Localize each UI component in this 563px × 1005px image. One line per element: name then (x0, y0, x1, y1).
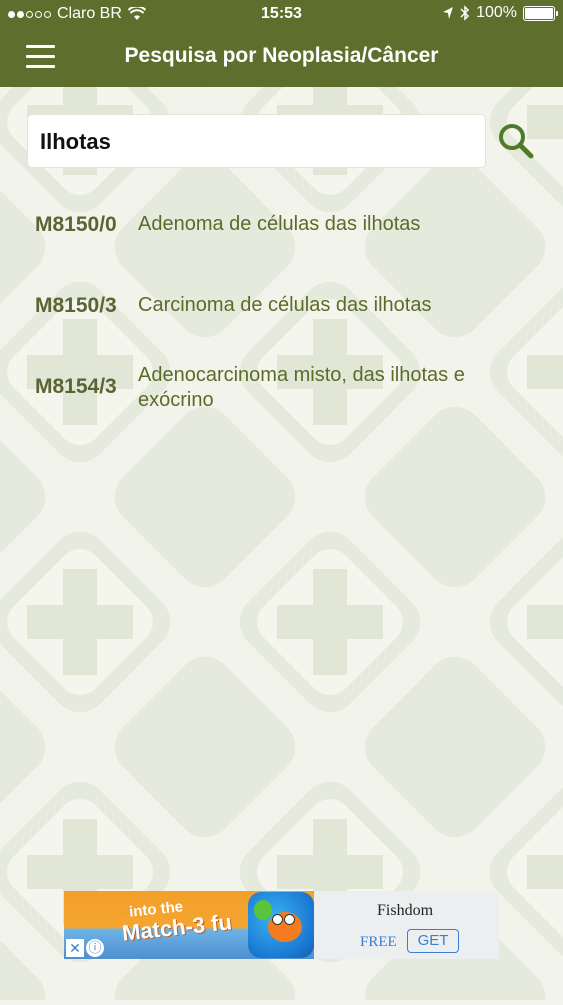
battery-level (525, 7, 553, 19)
list-item[interactable]: M8154/3 Adenocarcinoma misto, das ilhota… (35, 363, 535, 413)
location-arrow-icon (443, 7, 454, 19)
result-code: M8154/3 (35, 375, 117, 398)
status-bar: Claro BR 15:53 100% (0, 0, 563, 30)
result-code: M8150/3 (35, 294, 117, 317)
result-description: Adenocarcinoma misto, das ilhotas e exóc… (138, 364, 465, 411)
ad-price: FREE (360, 934, 397, 950)
battery-icon (523, 5, 558, 21)
list-item[interactable]: M8150/0 Adenoma de células das ilhotas (35, 212, 535, 237)
ad-info-icon[interactable]: ⓘ (86, 939, 104, 957)
result-code: M8150/0 (35, 213, 117, 236)
search-input[interactable] (38, 115, 482, 169)
result-description: Adenoma de células das ilhotas (138, 213, 421, 235)
result-description: Carcinoma de células das ilhotas (138, 294, 432, 316)
navigation-bar: Pesquisa por Neoplasia/Câncer (0, 30, 563, 87)
fishdom-app-icon (248, 892, 314, 958)
battery-percentage: 100% (476, 4, 517, 21)
ad-get-button[interactable]: GET (407, 929, 459, 953)
list-item[interactable]: M8150/3 Carcinoma de células das ilhotas (35, 293, 535, 318)
search-field-container (27, 114, 486, 169)
page-title: Pesquisa por Neoplasia/Câncer (124, 44, 439, 67)
search-icon[interactable] (496, 121, 536, 161)
ad-banner[interactable]: into the Match-3 fu ✕ ⓘ Fishdom FREE GET (64, 891, 499, 959)
bluetooth-icon (460, 5, 470, 21)
ad-app-name: Fishdom (377, 902, 434, 919)
status-bar-right: 100% (442, 4, 558, 22)
ad-close-icon[interactable]: ✕ (66, 939, 84, 957)
